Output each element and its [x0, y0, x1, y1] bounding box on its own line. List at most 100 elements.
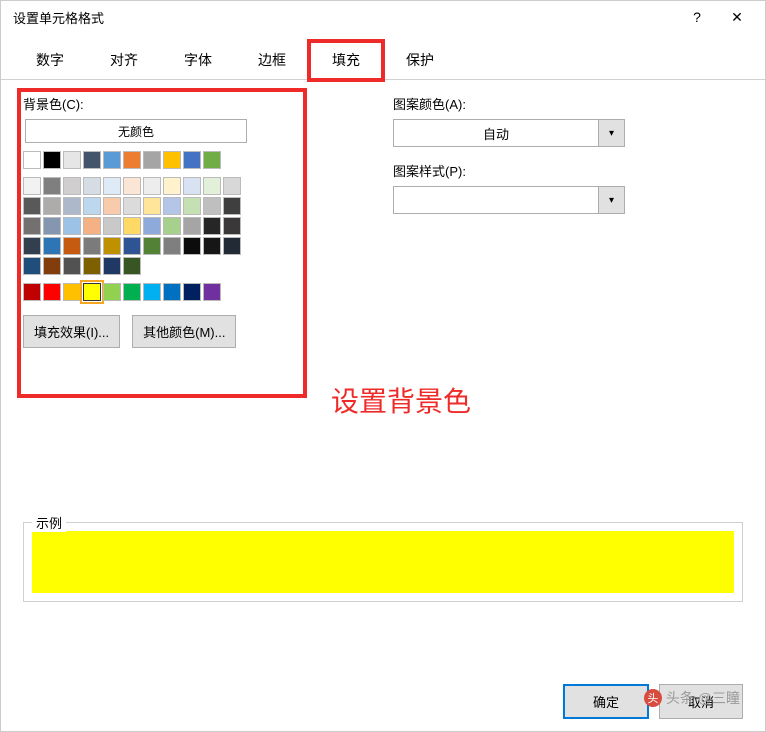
color-swatch[interactable] — [123, 151, 141, 169]
color-swatch[interactable] — [123, 177, 141, 195]
color-swatch[interactable] — [23, 197, 41, 215]
color-swatch[interactable] — [223, 197, 241, 215]
help-button[interactable]: ? — [677, 3, 717, 31]
color-swatch[interactable] — [123, 237, 141, 255]
color-swatch[interactable] — [163, 217, 181, 235]
color-swatch[interactable] — [63, 151, 81, 169]
color-swatch[interactable] — [103, 197, 121, 215]
color-swatch[interactable] — [43, 237, 61, 255]
color-swatch[interactable] — [83, 177, 101, 195]
color-swatch[interactable] — [223, 217, 241, 235]
color-swatch[interactable] — [203, 197, 221, 215]
theme-color-grid — [23, 177, 253, 275]
color-swatch[interactable] — [183, 177, 201, 195]
color-swatch[interactable] — [103, 283, 121, 301]
sample-box: 示例 — [23, 522, 743, 602]
color-swatch[interactable] — [183, 237, 201, 255]
format-cells-dialog: 设置单元格格式 ? ✕ 数字对齐字体边框填充保护 背景色(C): 无颜色 填充效… — [0, 0, 766, 732]
color-swatch[interactable] — [223, 177, 241, 195]
color-swatch[interactable] — [43, 283, 61, 301]
color-swatch[interactable] — [143, 217, 161, 235]
color-swatch[interactable] — [123, 217, 141, 235]
tab-1[interactable]: 对齐 — [87, 41, 161, 79]
color-swatch[interactable] — [203, 237, 221, 255]
footer: 确定 取消 — [1, 672, 765, 731]
color-swatch[interactable] — [23, 257, 41, 275]
color-swatch[interactable] — [203, 283, 221, 301]
color-swatch[interactable] — [123, 283, 141, 301]
color-swatch[interactable] — [203, 217, 221, 235]
color-swatch[interactable] — [123, 197, 141, 215]
color-swatch[interactable] — [43, 177, 61, 195]
color-swatch[interactable] — [83, 197, 101, 215]
color-swatch[interactable] — [43, 257, 61, 275]
color-swatch[interactable] — [163, 283, 181, 301]
color-swatch[interactable] — [23, 151, 41, 169]
color-swatch[interactable] — [83, 283, 101, 301]
color-swatch[interactable] — [63, 217, 81, 235]
color-swatch[interactable] — [43, 151, 61, 169]
color-swatch[interactable] — [43, 217, 61, 235]
tab-4[interactable]: 填充 — [309, 41, 383, 80]
color-swatch[interactable] — [103, 217, 121, 235]
color-swatch[interactable] — [23, 177, 41, 195]
tab-0[interactable]: 数字 — [13, 41, 87, 79]
tab-3[interactable]: 边框 — [235, 41, 309, 79]
tab-5[interactable]: 保护 — [383, 41, 457, 79]
ok-button[interactable]: 确定 — [563, 684, 649, 719]
content: 背景色(C): 无颜色 填充效果(I)... 其他颜色(M)... 图案颜色(A… — [1, 80, 765, 672]
color-swatch[interactable] — [83, 257, 101, 275]
color-swatch[interactable] — [83, 217, 101, 235]
pattern-style-dropdown[interactable]: ▾ — [393, 186, 625, 214]
color-swatch[interactable] — [123, 257, 141, 275]
color-swatch[interactable] — [103, 151, 121, 169]
color-swatch[interactable] — [163, 177, 181, 195]
color-swatch[interactable] — [83, 237, 101, 255]
color-swatch[interactable] — [143, 283, 161, 301]
pattern-color-dropdown[interactable]: 自动 ▾ — [393, 119, 625, 147]
no-color-button[interactable]: 无颜色 — [25, 119, 247, 143]
color-swatch[interactable] — [203, 151, 221, 169]
color-swatch[interactable] — [63, 237, 81, 255]
color-swatch[interactable] — [43, 197, 61, 215]
color-swatch[interactable] — [143, 151, 161, 169]
color-swatch[interactable] — [163, 237, 181, 255]
theme-color-row — [23, 151, 253, 169]
color-swatch[interactable] — [163, 151, 181, 169]
cancel-button[interactable]: 取消 — [659, 684, 743, 719]
color-swatch[interactable] — [183, 151, 201, 169]
color-swatch[interactable] — [203, 177, 221, 195]
color-swatch[interactable] — [103, 237, 121, 255]
color-swatch[interactable] — [63, 177, 81, 195]
color-swatch[interactable] — [63, 283, 81, 301]
tabstrip: 数字对齐字体边框填充保护 — [1, 41, 765, 80]
color-swatch[interactable] — [83, 151, 101, 169]
color-swatch[interactable] — [103, 177, 121, 195]
titlebar: 设置单元格格式 ? ✕ — [1, 1, 765, 33]
sample-fill — [32, 531, 734, 593]
sample-section: 示例 — [23, 522, 743, 602]
chevron-down-icon: ▾ — [598, 120, 624, 146]
pattern-style-label: 图案样式(P): — [393, 161, 743, 180]
sample-label: 示例 — [32, 513, 66, 532]
color-swatch[interactable] — [63, 257, 81, 275]
pattern-color-label: 图案颜色(A): — [393, 94, 743, 113]
color-swatch[interactable] — [143, 197, 161, 215]
color-swatch[interactable] — [103, 257, 121, 275]
dialog-title: 设置单元格格式 — [13, 8, 677, 27]
color-swatch[interactable] — [223, 237, 241, 255]
color-swatch[interactable] — [183, 197, 201, 215]
close-button[interactable]: ✕ — [717, 3, 757, 31]
fill-effects-button[interactable]: 填充效果(I)... — [23, 315, 120, 348]
color-swatch[interactable] — [143, 237, 161, 255]
tab-2[interactable]: 字体 — [161, 41, 235, 79]
color-swatch[interactable] — [143, 177, 161, 195]
color-swatch[interactable] — [23, 217, 41, 235]
color-swatch[interactable] — [23, 237, 41, 255]
more-colors-button[interactable]: 其他颜色(M)... — [132, 315, 236, 348]
color-swatch[interactable] — [163, 197, 181, 215]
color-swatch[interactable] — [183, 283, 201, 301]
color-swatch[interactable] — [63, 197, 81, 215]
color-swatch[interactable] — [23, 283, 41, 301]
color-swatch[interactable] — [183, 217, 201, 235]
